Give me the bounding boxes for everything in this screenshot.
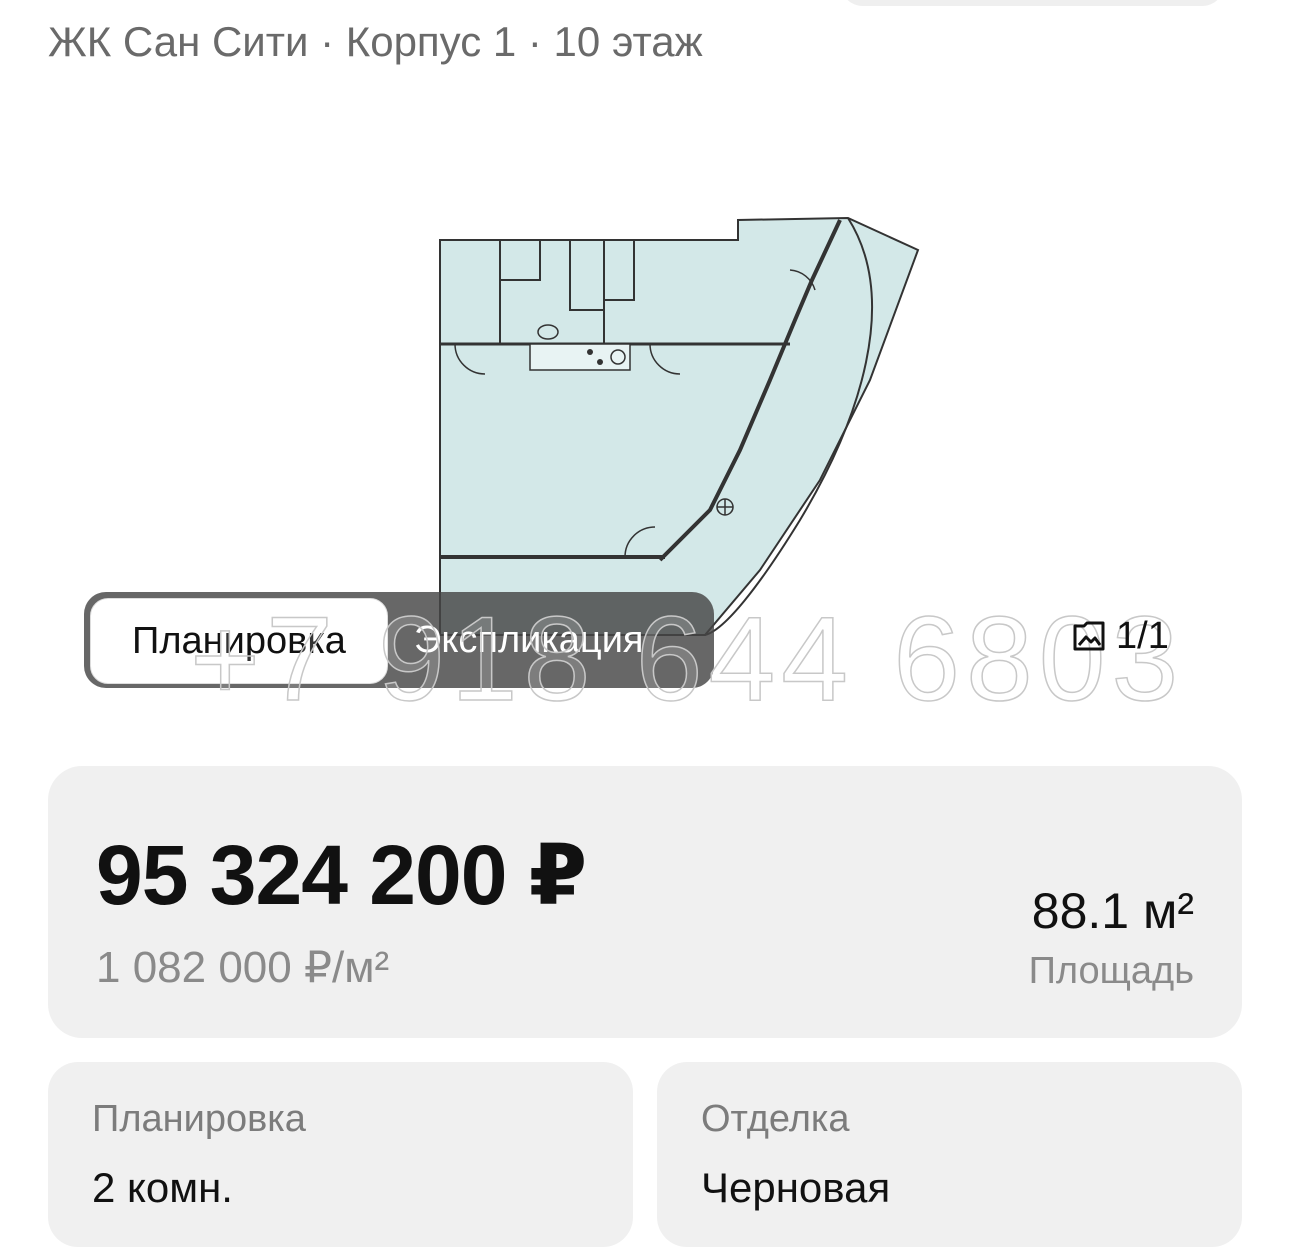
top-search-pill[interactable] bbox=[840, 0, 1225, 6]
gallery-counter[interactable]: 1/1 bbox=[1072, 612, 1169, 660]
price-total: 95 324 200 ₽ bbox=[96, 828, 587, 922]
layout-label: Планировка bbox=[92, 1098, 306, 1140]
plan-tabs: Планировка Экспликация bbox=[84, 592, 714, 688]
tab-eksplikaciya[interactable]: Экспликация bbox=[414, 598, 644, 682]
finish-card: Отделка Черновая bbox=[657, 1062, 1242, 1247]
image-gallery-icon bbox=[1073, 621, 1105, 651]
area-value: 88.1 м² bbox=[1031, 883, 1194, 939]
page-subtitle: ЖК Сан Сити · Корпус 1 · 10 этаж bbox=[48, 18, 703, 65]
price-card: 95 324 200 ₽ 1 082 000 ₽/м² 88.1 м² Площ… bbox=[48, 766, 1242, 1038]
layout-card: Планировка 2 комн. bbox=[48, 1062, 633, 1247]
tab-planirovka[interactable]: Планировка bbox=[90, 598, 388, 684]
finish-value: Черновая bbox=[701, 1164, 891, 1211]
kitchen-counter bbox=[529, 343, 631, 371]
area-label: Площадь bbox=[1028, 950, 1194, 992]
price-per-m2: 1 082 000 ₽/м² bbox=[96, 943, 390, 992]
finish-label: Отделка bbox=[701, 1098, 850, 1140]
gallery-count-text: 1/1 bbox=[1116, 614, 1169, 657]
layout-value: 2 комн. bbox=[92, 1164, 233, 1211]
